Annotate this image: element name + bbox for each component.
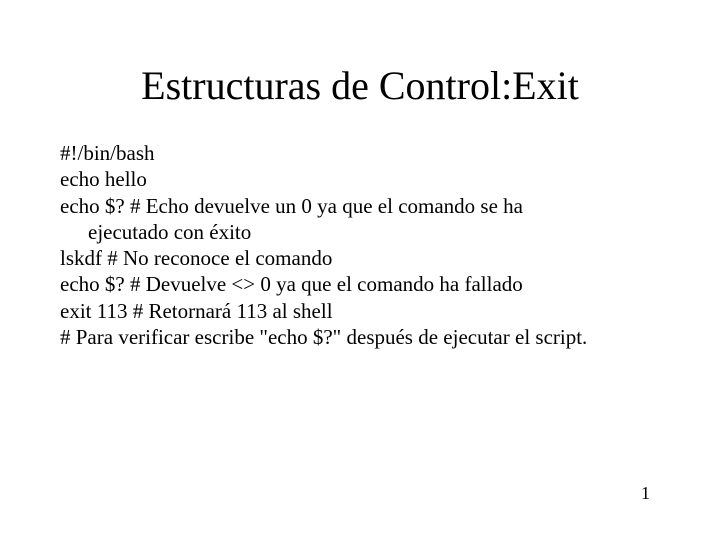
code-line: #!/bin/bash <box>60 140 660 166</box>
code-line-continuation: ejecutado con éxito <box>60 219 660 245</box>
code-line: echo hello <box>60 166 660 192</box>
page-number: 1 <box>641 483 650 504</box>
code-line: exit 113 # Retornará 113 al shell <box>60 298 660 324</box>
code-line: echo $? # Echo devuelve un 0 ya que el c… <box>60 193 660 219</box>
code-line: lskdf # No reconoce el comando <box>60 245 660 271</box>
slide: Estructuras de Control:Exit #!/bin/bash … <box>0 0 720 540</box>
code-block: #!/bin/bash echo hello echo $? # Echo de… <box>60 140 660 350</box>
slide-title: Estructuras de Control:Exit <box>0 62 720 109</box>
code-line: # Para verificar escribe "echo $?" despu… <box>60 324 660 350</box>
code-line: echo $? # Devuelve <> 0 ya que el comand… <box>60 271 660 297</box>
